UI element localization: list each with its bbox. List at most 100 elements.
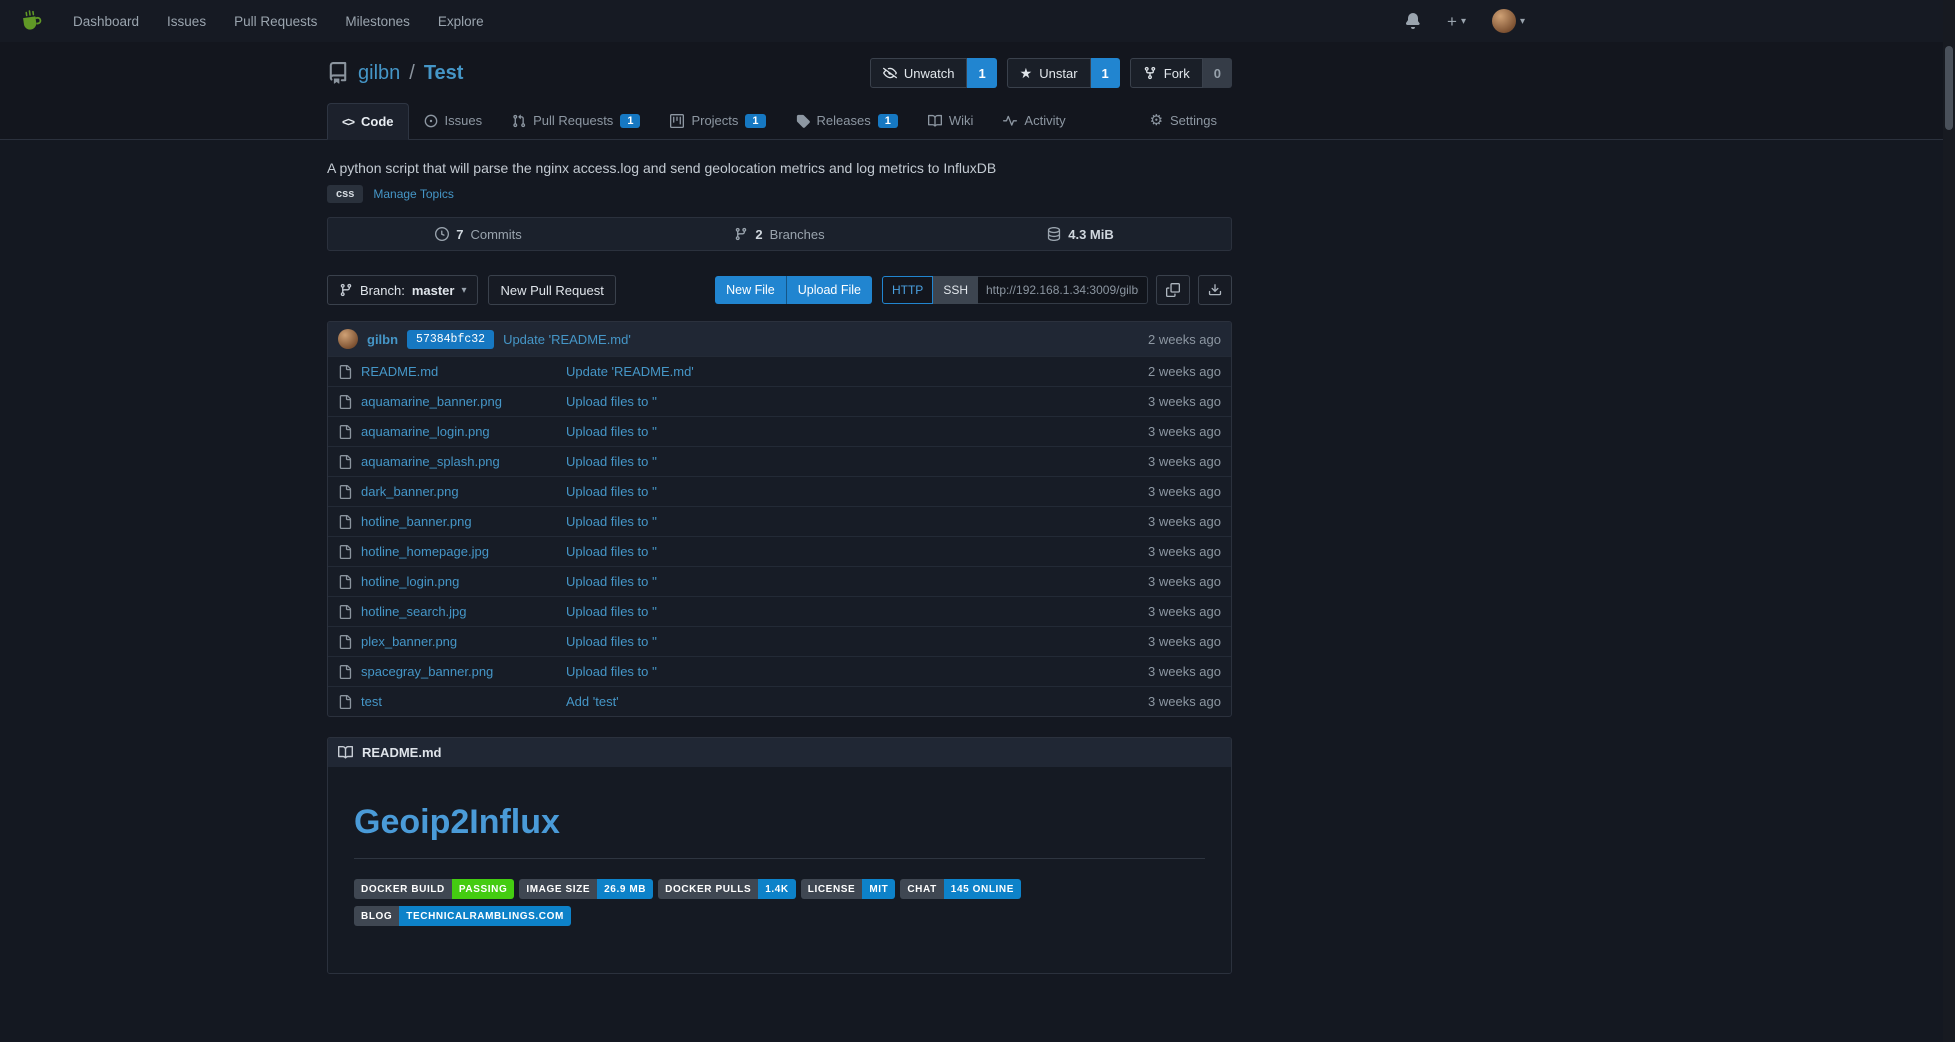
stat-commits[interactable]: 7 Commits [328, 218, 629, 250]
upload-file-button[interactable]: Upload File [786, 276, 872, 304]
star-group: ★ Unstar 1 [1007, 58, 1120, 88]
file-name-link[interactable]: hotline_search.jpg [361, 604, 467, 619]
file-commit-message-link[interactable]: Upload files to '' [566, 514, 657, 529]
clone-ssh-toggle[interactable]: SSH [933, 276, 978, 304]
file-commit-message-link[interactable]: Add 'test' [566, 694, 619, 709]
file-icon [338, 365, 352, 379]
branch-prefix: Branch: [360, 283, 405, 298]
file-icon [338, 695, 352, 709]
download-archive-button[interactable] [1198, 275, 1232, 305]
topics-row: css Manage Topics [327, 185, 1232, 203]
file-commit-message-link[interactable]: Upload files to '' [566, 424, 657, 439]
readme-badge[interactable]: DOCKER BUILD PASSING [354, 879, 514, 899]
file-icon [338, 395, 352, 409]
commit-author-link[interactable]: gilbn [367, 332, 398, 347]
new-pull-request-button[interactable]: New Pull Request [488, 275, 615, 305]
file-name-link[interactable]: README.md [361, 364, 438, 379]
navbar-right-group: + ▾ ▾ [1405, 9, 1525, 33]
file-name-link[interactable]: aquamarine_banner.png [361, 394, 502, 409]
commit-message-link[interactable]: Update 'README.md' [503, 332, 631, 347]
clock-icon [435, 227, 449, 241]
file-name-link[interactable]: dark_banner.png [361, 484, 459, 499]
clone-url-input[interactable] [978, 276, 1148, 304]
file-commit-message-link[interactable]: Upload files to '' [566, 664, 657, 679]
tab-pull-requests[interactable]: Pull Requests 1 [497, 102, 655, 139]
branches-count: 2 [755, 227, 762, 242]
nav-milestones[interactable]: Milestones [345, 14, 410, 29]
readme-title[interactable]: Geoip2Influx [354, 803, 1205, 859]
tab-settings[interactable]: ⚙ Settings [1135, 102, 1232, 139]
topic-css[interactable]: css [327, 185, 363, 203]
tab-issues[interactable]: Issues [409, 102, 498, 139]
tab-activity[interactable]: Activity [988, 102, 1080, 139]
new-file-button[interactable]: New File [715, 276, 786, 304]
nav-dashboard[interactable]: Dashboard [73, 14, 139, 29]
file-name-link[interactable]: spacegray_banner.png [361, 664, 493, 679]
manage-topics-link[interactable]: Manage Topics [373, 187, 454, 201]
repo-owner-link[interactable]: gilbn [358, 62, 400, 85]
commits-count: 7 [456, 227, 463, 242]
readme-header: README.md [328, 738, 1231, 767]
notifications-bell-icon[interactable] [1405, 13, 1421, 29]
unstar-button[interactable]: ★ Unstar [1007, 58, 1091, 88]
file-commit-message-link[interactable]: Upload files to '' [566, 634, 657, 649]
file-commit-message-link[interactable]: Upload files to '' [566, 574, 657, 589]
readme-badge[interactable]: LICENSE MIT [801, 879, 896, 899]
nav-explore[interactable]: Explore [438, 14, 484, 29]
file-name-link[interactable]: hotline_banner.png [361, 514, 472, 529]
readme-badge[interactable]: BLOG TECHNICALRAMBLINGS.COM [354, 906, 571, 926]
file-commit-message-link[interactable]: Upload files to '' [566, 394, 657, 409]
stars-count[interactable]: 1 [1091, 58, 1120, 88]
readme-badge[interactable]: CHAT 145 ONLINE [900, 879, 1021, 899]
commit-author-avatar[interactable] [338, 329, 358, 349]
branch-icon [339, 283, 353, 297]
scrollbar-thumb[interactable] [1945, 46, 1953, 130]
forks-count[interactable]: 0 [1203, 58, 1232, 88]
create-new-dropdown[interactable]: + ▾ [1447, 13, 1466, 30]
file-age: 3 weeks ago [1101, 694, 1221, 709]
nav-pull-requests[interactable]: Pull Requests [234, 14, 317, 29]
file-name-link[interactable]: aquamarine_splash.png [361, 454, 500, 469]
file-commit-message-link[interactable]: Upload files to '' [566, 454, 657, 469]
book-icon [338, 745, 353, 760]
gitea-logo-icon[interactable] [18, 8, 45, 35]
unwatch-button[interactable]: Unwatch [870, 58, 968, 88]
repo-description: A python script that will parse the ngin… [327, 160, 1232, 176]
copy-clone-url-button[interactable] [1156, 275, 1190, 305]
user-menu-dropdown[interactable]: ▾ [1492, 9, 1525, 33]
tab-code[interactable]: <> Code [327, 103, 409, 140]
tab-projects[interactable]: Projects 1 [655, 102, 780, 139]
scrollbar-track[interactable] [1943, 0, 1955, 1042]
tab-releases-label: Releases [817, 113, 871, 128]
readme-badge[interactable]: DOCKER PULLS 1.4K [658, 879, 796, 899]
repo-name-link[interactable]: Test [424, 62, 464, 85]
file-commit-message-link[interactable]: Update 'README.md' [566, 364, 694, 379]
tab-wiki[interactable]: Wiki [913, 102, 989, 139]
file-commit-message-link[interactable]: Upload files to '' [566, 544, 657, 559]
file-commit-message-link[interactable]: Upload files to '' [566, 484, 657, 499]
clone-http-toggle[interactable]: HTTP [882, 276, 933, 304]
badge-label: CHAT [900, 879, 943, 899]
file-name-link[interactable]: test [361, 694, 382, 709]
fork-group: Fork 0 [1130, 58, 1232, 88]
file-name-link[interactable]: plex_banner.png [361, 634, 457, 649]
file-commit-message-link[interactable]: Upload files to '' [566, 604, 657, 619]
readme-badge[interactable]: IMAGE SIZE 26.9 MB [519, 879, 653, 899]
badge-value: 26.9 MB [597, 879, 653, 899]
commit-sha-badge[interactable]: 57384bfc32 [407, 330, 494, 349]
fork-button[interactable]: Fork [1130, 58, 1203, 88]
file-age: 3 weeks ago [1101, 514, 1221, 529]
file-name-link[interactable]: hotline_login.png [361, 574, 459, 589]
repo-title: gilbn / Test [327, 62, 463, 85]
file-name-link[interactable]: aquamarine_login.png [361, 424, 490, 439]
repo-stats-bar: 7 Commits 2 Branches 4.3 MiB [327, 217, 1232, 251]
stat-branches[interactable]: 2 Branches [629, 218, 930, 250]
branch-selector-dropdown[interactable]: Branch: master ▾ [327, 275, 478, 305]
nav-issues[interactable]: Issues [167, 14, 206, 29]
tab-releases[interactable]: Releases 1 [781, 102, 913, 139]
eye-slash-icon [883, 66, 897, 80]
file-name-link[interactable]: hotline_homepage.jpg [361, 544, 489, 559]
repo-size: 4.3 MiB [1068, 227, 1114, 242]
badge-row-2: BLOG TECHNICALRAMBLINGS.COM [354, 906, 1205, 926]
watchers-count[interactable]: 1 [967, 58, 996, 88]
